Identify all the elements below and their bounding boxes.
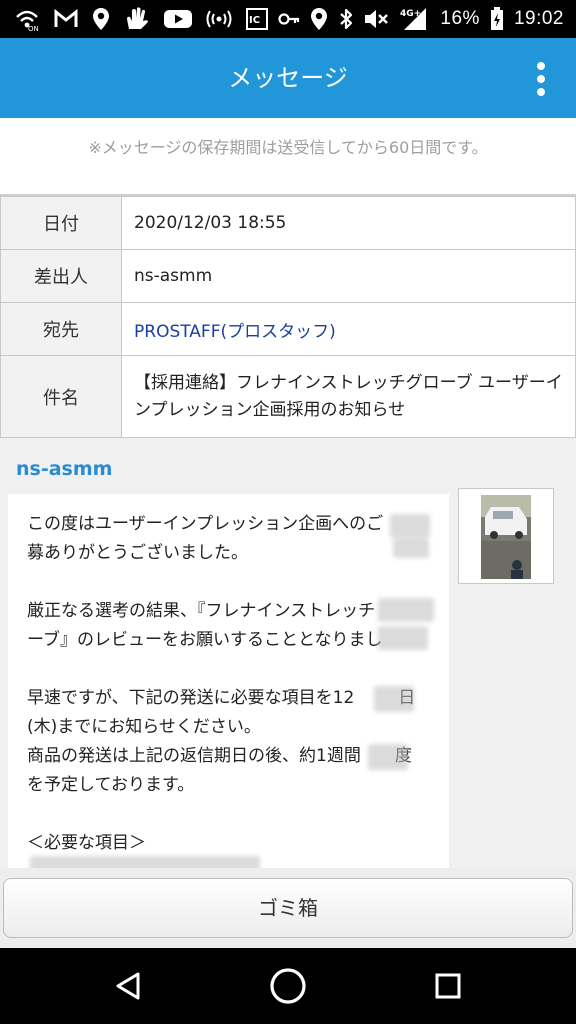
message-line: この度はユーザーインプレッション企画へのご xyxy=(27,514,384,534)
attachment-thumbnail[interactable] xyxy=(458,488,554,584)
back-triangle-icon[interactable] xyxy=(104,962,152,1010)
status-bar: ON IC 4G+ 16% 19:02 xyxy=(0,0,576,38)
hotspot-icon xyxy=(206,8,232,30)
blurred-region xyxy=(393,538,429,558)
youtube-icon xyxy=(164,9,192,29)
to-value-link[interactable]: PROSTAFF(プロスタッフ) xyxy=(121,302,576,356)
more-vert-icon[interactable] xyxy=(526,60,556,98)
retention-notice: ※メッセージの保存期間は送受信してから60日間です。 xyxy=(0,118,576,196)
battery-percent: 16% xyxy=(440,8,480,29)
mute-icon xyxy=(364,8,390,30)
nfc-icon: IC xyxy=(246,8,269,30)
table-row: 差出人 ns-asmm xyxy=(0,249,576,303)
blurred-region xyxy=(30,856,260,868)
battery-icon xyxy=(490,7,504,31)
table-row: 日付 2020/12/03 18:55 xyxy=(0,196,576,250)
screen: ON IC 4G+ 16% 19:02 メッセージ ※メッセージの保存期間は送受… xyxy=(0,0,576,1024)
message-sender: ns-asmm xyxy=(16,458,113,480)
wifi-calling-icon: ON xyxy=(14,7,40,31)
svg-text:ON: ON xyxy=(28,25,39,31)
message-line: 募ありがとうございました。 xyxy=(27,543,248,563)
message-line: ーブ』のレビューをお願いすることとなりまし xyxy=(27,630,383,650)
blurred-region xyxy=(378,598,434,622)
clock: 19:02 xyxy=(513,8,564,29)
hand-icon xyxy=(124,7,150,31)
message-line: を予定しております。 xyxy=(27,775,195,795)
retention-notice-text: ※メッセージの保存期間は送受信してから60日間です。 xyxy=(88,138,488,157)
trash-button[interactable]: ゴミ箱 xyxy=(3,878,573,938)
date-value: 2020/12/03 18:55 xyxy=(121,196,576,250)
table-row: 件名 【採用連絡】フレナインストレッチグローブ ユーザーインプレッション企画採用… xyxy=(0,355,576,438)
bluetooth-icon xyxy=(338,7,354,31)
recents-square-icon[interactable] xyxy=(424,962,472,1010)
svg-text:IC: IC xyxy=(249,15,260,26)
subject-label: 件名 xyxy=(0,355,122,438)
table-row: 宛先 PROSTAFF(プロスタッフ) xyxy=(0,302,576,356)
navigation-bar xyxy=(0,948,576,1024)
svg-text:4G+: 4G+ xyxy=(400,9,421,19)
message-line: ＜必要な項目＞ xyxy=(27,833,146,853)
blurred-region xyxy=(390,514,430,538)
message-line: (木)までにお知らせください。 xyxy=(27,717,261,737)
blurred-region xyxy=(378,626,428,650)
to-label: 宛先 xyxy=(0,302,122,356)
page-title: メッセージ xyxy=(228,64,348,92)
gmail-icon xyxy=(54,9,78,29)
message-content[interactable]: ns-asmm この度はユーザーインプレッション企画へのご 募ありがとうございま… xyxy=(0,438,576,868)
message-bubble: この度はユーザーインプレッション企画へのご 募ありがとうございました。 厳正なる… xyxy=(8,494,449,868)
photo-image xyxy=(481,495,531,579)
subject-value: 【採用連絡】フレナインストレッチグローブ ユーザーインプレッション企画採用のお知… xyxy=(121,355,576,438)
location-icon xyxy=(92,7,110,31)
home-circle-icon[interactable] xyxy=(264,962,312,1010)
from-label: 差出人 xyxy=(0,249,122,303)
key-icon xyxy=(278,8,300,30)
action-bar: ゴミ箱 xyxy=(0,868,576,948)
message-line: 厳正なる選考の結果、『フレナインストレッチ xyxy=(27,601,376,621)
message-meta-table: 日付 2020/12/03 18:55 差出人 ns-asmm 宛先 PROST… xyxy=(0,196,576,438)
date-label: 日付 xyxy=(0,196,122,250)
blurred-region xyxy=(374,686,414,712)
message-body: この度はユーザーインプレッション企画へのご 募ありがとうございました。 厳正なる… xyxy=(27,510,437,858)
app-bar: メッセージ xyxy=(0,38,576,118)
from-value: ns-asmm xyxy=(121,249,576,303)
location-icon xyxy=(310,7,328,31)
blurred-region xyxy=(368,744,408,770)
signal-icon: 4G+ xyxy=(400,7,430,31)
